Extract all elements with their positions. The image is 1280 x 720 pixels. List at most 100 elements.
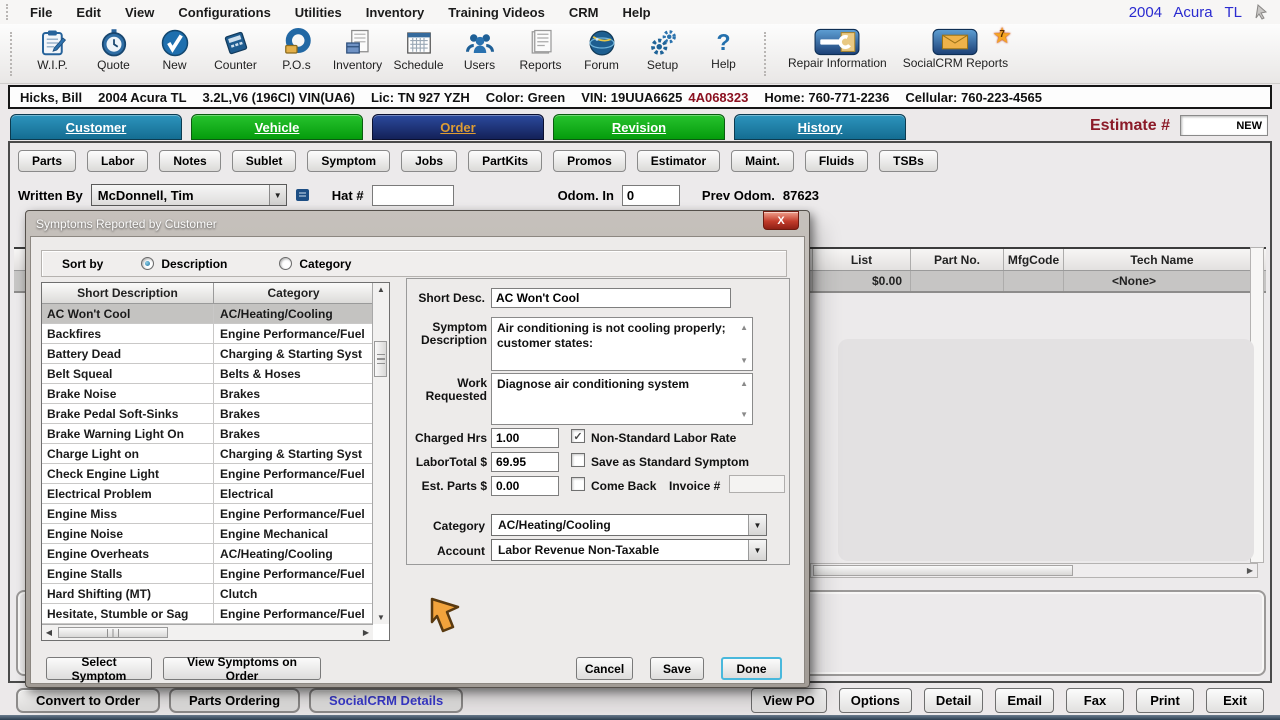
symptom-table-vertical-scrollbar[interactable]: ▲ ▼ bbox=[372, 283, 389, 624]
counter-sale-button[interactable]: Counter bbox=[205, 28, 266, 72]
forum-button[interactable]: Forum bbox=[571, 28, 632, 72]
short-desc-input[interactable] bbox=[491, 288, 731, 308]
wip-button[interactable]: W.I.P. bbox=[22, 28, 83, 72]
scroll-left-arrow-icon[interactable]: ◀ bbox=[42, 628, 56, 637]
bottom-action-button[interactable]: Email bbox=[995, 687, 1054, 713]
column-header-part-no[interactable]: Part No. bbox=[910, 249, 1003, 270]
spinner-up-icon[interactable]: ▲ bbox=[740, 376, 748, 391]
order-subtab[interactable]: Estimator bbox=[636, 150, 721, 172]
done-button[interactable]: Done bbox=[721, 657, 782, 680]
bottom-action-button[interactable]: Print bbox=[1136, 687, 1194, 713]
sort-description-option[interactable]: Description bbox=[141, 257, 227, 271]
bottom-tab-button[interactable]: Parts Ordering bbox=[169, 687, 301, 713]
column-header-mfgcode[interactable]: MfgCode bbox=[1003, 249, 1063, 270]
symptom-row[interactable]: AC Won't Cool AC/Heating/Cooling bbox=[42, 304, 373, 324]
order-subtab[interactable]: Notes bbox=[159, 150, 221, 172]
symptom-row[interactable]: Battery Dead Charging & Starting Syst bbox=[42, 344, 373, 364]
written-by-select[interactable]: McDonnell, Tim ▼ bbox=[90, 184, 287, 206]
setup-button[interactable]: Setup bbox=[632, 28, 693, 72]
menu-item[interactable]: Utilities bbox=[283, 5, 354, 20]
scroll-right-arrow-icon[interactable]: ▶ bbox=[1243, 566, 1257, 575]
symptom-row[interactable]: Backfires Engine Performance/Fuel bbox=[42, 324, 373, 344]
symptom-row[interactable]: Check Engine Light Engine Performance/Fu… bbox=[42, 464, 373, 484]
order-subtab[interactable]: Labor bbox=[87, 150, 149, 172]
symptom-row[interactable]: Engine Miss Engine Performance/Fuel bbox=[42, 504, 373, 524]
symptom-row[interactable]: Charge Light on Charging & Starting Syst bbox=[42, 444, 373, 464]
symptom-row[interactable]: Engine Noise Engine Mechanical bbox=[42, 524, 373, 544]
column-header-list[interactable]: List bbox=[812, 249, 910, 270]
bottom-action-button[interactable]: Detail bbox=[923, 687, 984, 713]
estimate-number-field[interactable]: NEW bbox=[1180, 115, 1268, 136]
order-subtab[interactable]: TSBs bbox=[879, 150, 938, 172]
spinner-down-icon[interactable]: ▼ bbox=[740, 353, 748, 368]
category-select[interactable]: AC/Heating/Cooling ▼ bbox=[491, 514, 767, 536]
charged-hrs-input[interactable] bbox=[491, 428, 559, 448]
invoice-input[interactable] bbox=[729, 475, 785, 493]
order-subtab[interactable]: Sublet bbox=[231, 150, 297, 172]
symptom-table-horizontal-scrollbar[interactable]: ◀ ▶ bbox=[42, 624, 373, 640]
symptom-row[interactable]: Hesitate, Stumble or Sag Engine Performa… bbox=[42, 604, 373, 624]
symptom-row[interactable]: Hard Shifting (MT) Clutch bbox=[42, 584, 373, 604]
odom-in-input[interactable] bbox=[621, 184, 680, 206]
bottom-action-button[interactable]: Exit bbox=[1206, 687, 1264, 713]
scroll-up-arrow-icon[interactable]: ▲ bbox=[373, 285, 389, 294]
menu-item[interactable]: View bbox=[113, 5, 166, 20]
repair-information-button[interactable]: Repair Information bbox=[780, 28, 895, 70]
main-tab[interactable]: History bbox=[734, 114, 906, 140]
spinner-up-icon[interactable]: ▲ bbox=[740, 320, 748, 335]
order-subtab[interactable]: Fluids bbox=[804, 150, 869, 172]
menu-item[interactable]: Inventory bbox=[354, 5, 437, 20]
scrollbar-thumb[interactable] bbox=[58, 627, 168, 638]
order-subtab[interactable]: Promos bbox=[553, 150, 626, 172]
symptom-row[interactable]: Engine Stalls Engine Performance/Fuel bbox=[42, 564, 373, 584]
bottom-tab-button[interactable]: Convert to Order bbox=[16, 687, 161, 713]
main-tab[interactable]: Customer bbox=[10, 114, 182, 140]
column-header-tech-name[interactable]: Tech Name bbox=[1063, 249, 1260, 270]
scroll-right-arrow-icon[interactable]: ▶ bbox=[359, 628, 373, 637]
menu-item[interactable]: Configurations bbox=[166, 5, 282, 20]
order-subtab[interactable]: Jobs bbox=[401, 150, 458, 172]
cancel-button[interactable]: Cancel bbox=[576, 657, 633, 680]
socialcrm-reports-button[interactable]: SocialCRM Reports ★ 7 bbox=[895, 24, 1016, 71]
purchase-orders-button[interactable]: P.O.s bbox=[266, 28, 327, 72]
save-standard-checkbox[interactable] bbox=[571, 453, 585, 467]
symptom-row[interactable]: Brake Noise Brakes bbox=[42, 384, 373, 404]
scrollbar-thumb[interactable] bbox=[374, 341, 387, 377]
account-select[interactable]: Labor Revenue Non-Taxable ▼ bbox=[491, 539, 767, 561]
reports-button[interactable]: Reports bbox=[510, 28, 571, 72]
view-symptoms-on-order-button[interactable]: View Symptoms on Order bbox=[163, 655, 321, 683]
inventory-button[interactable]: Inventory bbox=[327, 28, 388, 72]
order-subtab[interactable]: PartKits bbox=[468, 150, 543, 172]
save-button[interactable]: Save bbox=[650, 657, 704, 680]
column-header-short-description[interactable]: Short Description bbox=[42, 283, 214, 303]
est-parts-input[interactable] bbox=[491, 476, 559, 496]
non-standard-labor-checkbox[interactable]: ✓ bbox=[571, 429, 585, 443]
dialog-close-button[interactable]: X bbox=[763, 211, 799, 230]
symptom-row[interactable]: Engine Overheats AC/Heating/Cooling bbox=[42, 544, 373, 564]
column-header-category[interactable]: Category bbox=[214, 283, 373, 303]
spinner-down-icon[interactable]: ▼ bbox=[740, 407, 748, 422]
bottom-tab-button[interactable]: SocialCRM Details bbox=[309, 687, 464, 713]
sort-category-option[interactable]: Category bbox=[279, 257, 351, 271]
menu-item[interactable]: CRM bbox=[557, 5, 611, 20]
order-subtab[interactable]: Parts bbox=[18, 150, 77, 172]
hat-input[interactable] bbox=[371, 184, 454, 206]
labor-total-input[interactable] bbox=[491, 452, 559, 472]
select-symptom-button[interactable]: Select Symptom bbox=[46, 655, 152, 683]
menu-item[interactable]: File bbox=[18, 5, 64, 20]
come-back-checkbox[interactable] bbox=[571, 477, 585, 491]
bottom-action-button[interactable]: Options bbox=[838, 687, 912, 713]
work-requested-textarea[interactable]: Diagnose air conditioning system ▲ ▼ bbox=[491, 373, 753, 425]
scroll-down-arrow-icon[interactable]: ▼ bbox=[373, 613, 389, 622]
parts-grid-horizontal-scrollbar[interactable]: ▶ bbox=[810, 563, 1258, 578]
bottom-action-button[interactable]: Fax bbox=[1066, 687, 1124, 713]
menu-item[interactable]: Edit bbox=[64, 5, 113, 20]
order-subtab[interactable]: Maint. bbox=[731, 150, 794, 172]
help-button[interactable]: ? Help bbox=[693, 28, 754, 71]
main-tab[interactable]: Revision bbox=[553, 114, 725, 140]
schedule-button[interactable]: Schedule bbox=[388, 28, 449, 72]
symptom-row[interactable]: Brake Pedal Soft-Sinks Brakes bbox=[42, 404, 373, 424]
symptom-row[interactable]: Electrical Problem Electrical bbox=[42, 484, 373, 504]
users-button[interactable]: Users bbox=[449, 28, 510, 72]
menu-item[interactable]: Help bbox=[610, 5, 662, 20]
